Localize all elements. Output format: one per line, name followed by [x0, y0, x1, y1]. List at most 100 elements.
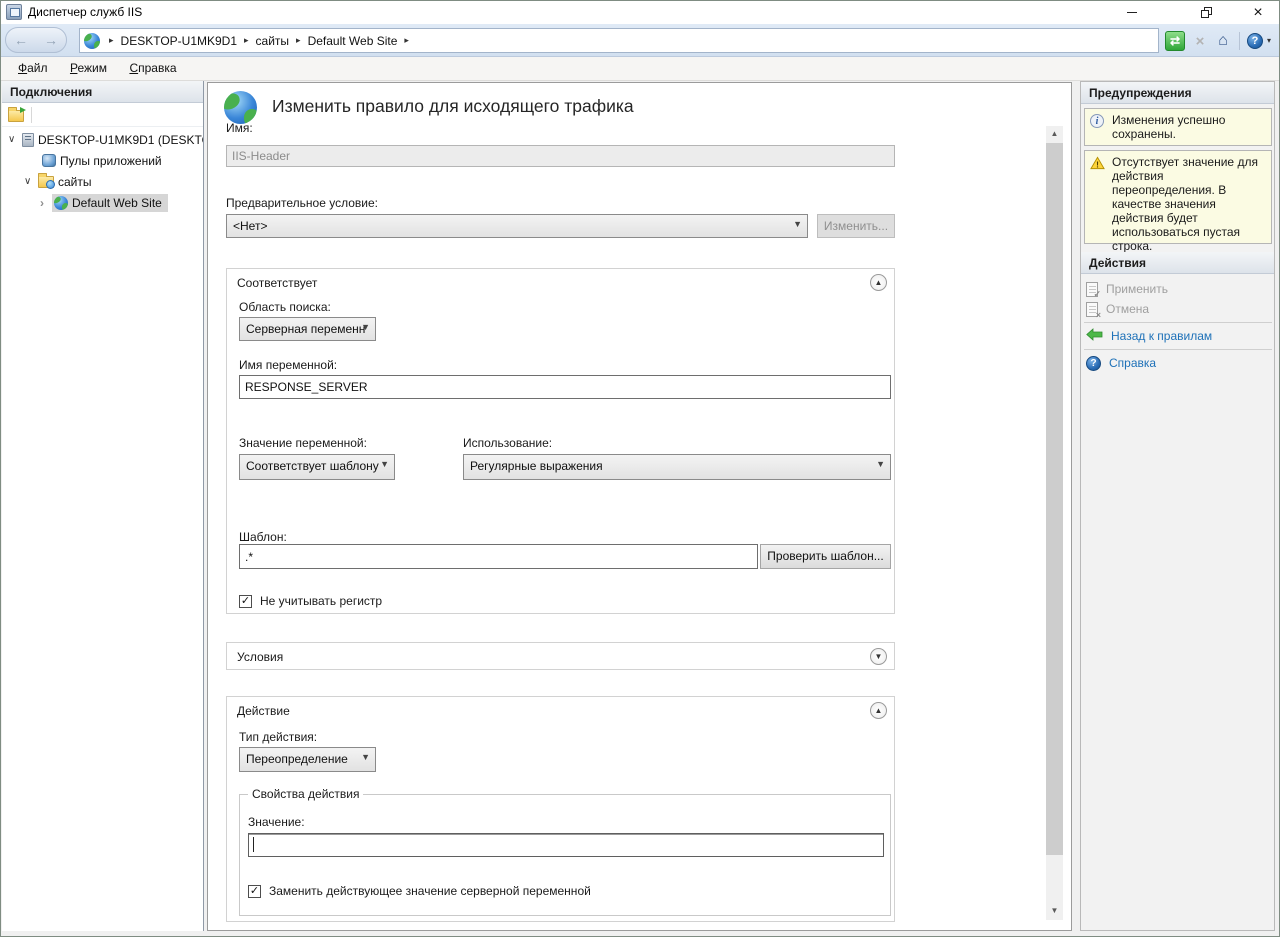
- warning-alert: ! Отсутствует значение для действия пере…: [1084, 150, 1272, 244]
- expand-section-button[interactable]: ▼: [870, 648, 887, 665]
- usage-label: Использование:: [463, 436, 552, 450]
- breadcrumb-arrow-icon[interactable]: ▸: [296, 35, 301, 46]
- breadcrumb-item-sites[interactable]: сайты: [256, 34, 290, 48]
- breadcrumb-arrow-icon[interactable]: ▸: [404, 35, 409, 46]
- help-icon: ?: [1247, 33, 1263, 49]
- action-section: Действие ▲ Тип действия: Переопределение…: [226, 696, 895, 922]
- back-to-rules-action[interactable]: Назад к правилам: [1086, 326, 1212, 346]
- pattern-input[interactable]: [239, 544, 758, 569]
- tree-item-default-web-site[interactable]: › Default Web Site: [2, 192, 203, 213]
- separator: [1084, 349, 1272, 350]
- minimize-icon: [1127, 12, 1137, 13]
- home-icon: ⌂: [1218, 32, 1228, 50]
- application-pools-icon: [42, 154, 56, 167]
- menu-view[interactable]: Режим: [61, 57, 116, 75]
- connections-header: Подключения: [2, 81, 203, 103]
- info-alert: i Изменения успешно сохранены.: [1084, 108, 1272, 146]
- value-input[interactable]: [248, 833, 884, 857]
- usage-select[interactable]: Регулярные выражения ▼: [463, 454, 891, 480]
- tree-item-server[interactable]: ∨ DESKTOP-U1MK9D1 (DESKTOI: [2, 129, 203, 150]
- info-icon: i: [1090, 114, 1104, 128]
- globe-icon: [84, 33, 100, 49]
- breadcrumb-item-default-web-site[interactable]: Default Web Site: [308, 34, 398, 48]
- breadcrumb-item-server[interactable]: DESKTOP-U1MK9D1: [121, 34, 237, 48]
- collapse-section-button[interactable]: ▲: [870, 274, 887, 291]
- edit-precondition-button: Изменить...: [817, 214, 895, 238]
- chevron-down-icon: ▼: [876, 459, 885, 469]
- replace-checkbox-row[interactable]: ✓ Заменить действующее значение серверно…: [248, 884, 591, 898]
- test-pattern-button[interactable]: Проверить шаблон...: [760, 544, 891, 569]
- apply-action: ✓ Применить: [1086, 279, 1168, 299]
- precondition-select[interactable]: <Нет> ▼: [226, 214, 808, 238]
- connections-toolbar: [2, 103, 203, 127]
- warning-alert-text: Отсутствует значение для действия переоп…: [1112, 155, 1258, 253]
- scope-label: Область поиска:: [239, 300, 331, 314]
- apply-icon: ✓: [1086, 282, 1098, 297]
- refresh-button[interactable]: ⇄: [1165, 31, 1185, 51]
- conditions-section: Условия ▼: [226, 642, 895, 670]
- menu-help[interactable]: Справка: [120, 57, 185, 75]
- help-button[interactable]: ?: [1245, 31, 1265, 51]
- breadcrumb-arrow-icon[interactable]: ▸: [109, 35, 114, 46]
- toolbar-separator: [1239, 32, 1240, 50]
- title-bar: Диспетчер служб IIS ×: [1, 1, 1279, 24]
- text-caret: [253, 837, 254, 852]
- minimize-button[interactable]: [1109, 1, 1155, 24]
- chevron-down-icon: ▼: [380, 459, 389, 469]
- apply-label: Применить: [1106, 282, 1168, 296]
- match-section: Соответствует ▲ Область поиска: Серверна…: [226, 268, 895, 614]
- variable-value-select[interactable]: Соответствует шаблону ▼: [239, 454, 395, 480]
- menu-file[interactable]: Файл: [9, 57, 57, 75]
- collapse-icon[interactable]: ∨: [8, 134, 20, 145]
- server-icon: [22, 133, 34, 147]
- create-connection-icon[interactable]: [8, 110, 24, 122]
- action-type-select[interactable]: Переопределение ▼: [239, 747, 376, 772]
- home-button[interactable]: ⌂: [1213, 31, 1233, 51]
- cancel-icon: ×: [1086, 302, 1098, 317]
- chevron-down-icon: ▼: [793, 219, 802, 229]
- variable-name-input[interactable]: [239, 375, 891, 399]
- svg-text:!: !: [1096, 160, 1099, 170]
- help-link[interactable]: Справка: [1109, 356, 1156, 370]
- scope-select[interactable]: Серверная переменн ▼: [239, 317, 376, 341]
- checkbox-checked-icon[interactable]: ✓: [239, 595, 252, 608]
- tree-item-app-pools[interactable]: Пулы приложений: [2, 150, 203, 171]
- pattern-label: Шаблон:: [239, 530, 287, 544]
- back-icon[interactable]: ←: [14, 33, 28, 47]
- chevron-up-icon: ▲: [875, 706, 883, 715]
- restore-button[interactable]: [1183, 1, 1229, 24]
- vertical-scrollbar[interactable]: ▲ ▼: [1046, 126, 1063, 920]
- action-properties-title: Свойства действия: [248, 787, 363, 801]
- edit-outbound-rule-page: Изменить правило для исходящего трафика …: [207, 82, 1072, 931]
- checkbox-checked-icon[interactable]: ✓: [248, 885, 261, 898]
- actions-header: Действия: [1081, 252, 1274, 274]
- scroll-up-icon[interactable]: ▲: [1046, 126, 1063, 143]
- expand-icon[interactable]: ›: [40, 196, 52, 210]
- name-label: Имя:: [226, 121, 253, 135]
- info-alert-text: Изменения успешно сохранены.: [1112, 113, 1225, 141]
- conditions-section-title: Условия: [237, 650, 283, 664]
- tree-item-sites[interactable]: ∨ сайты: [2, 171, 203, 192]
- scroll-down-icon[interactable]: ▼: [1046, 903, 1063, 920]
- menu-bar: Файл Режим Справка: [1, 57, 1279, 81]
- chevron-down-icon: ▼: [875, 652, 883, 661]
- match-section-title: Соответствует: [237, 276, 317, 290]
- collapse-icon[interactable]: ∨: [24, 176, 36, 187]
- selected-tree-item[interactable]: Default Web Site: [52, 194, 168, 212]
- collapse-section-button[interactable]: ▲: [870, 702, 887, 719]
- page-globe-icon: [224, 91, 257, 124]
- scrollbar-thumb[interactable]: [1046, 143, 1063, 855]
- sites-folder-icon: [38, 176, 54, 188]
- forward-icon[interactable]: →: [44, 33, 58, 47]
- close-button[interactable]: ×: [1235, 1, 1280, 24]
- back-to-rules-link[interactable]: Назад к правилам: [1111, 329, 1212, 343]
- page-title: Изменить правило для исходящего трафика: [272, 96, 634, 117]
- breadcrumb-arrow-icon[interactable]: ▸: [244, 35, 249, 46]
- help-action[interactable]: ? Справка: [1086, 353, 1156, 373]
- nav-buttons: ← →: [5, 27, 67, 53]
- help-dropdown-icon[interactable]: ▾: [1267, 36, 1271, 45]
- ignore-case-checkbox-row[interactable]: ✓ Не учитывать регистр: [239, 594, 382, 608]
- stop-icon: ×: [1196, 33, 1205, 50]
- chevron-down-icon: ▼: [361, 322, 370, 332]
- cancel-action: × Отмена: [1086, 299, 1149, 319]
